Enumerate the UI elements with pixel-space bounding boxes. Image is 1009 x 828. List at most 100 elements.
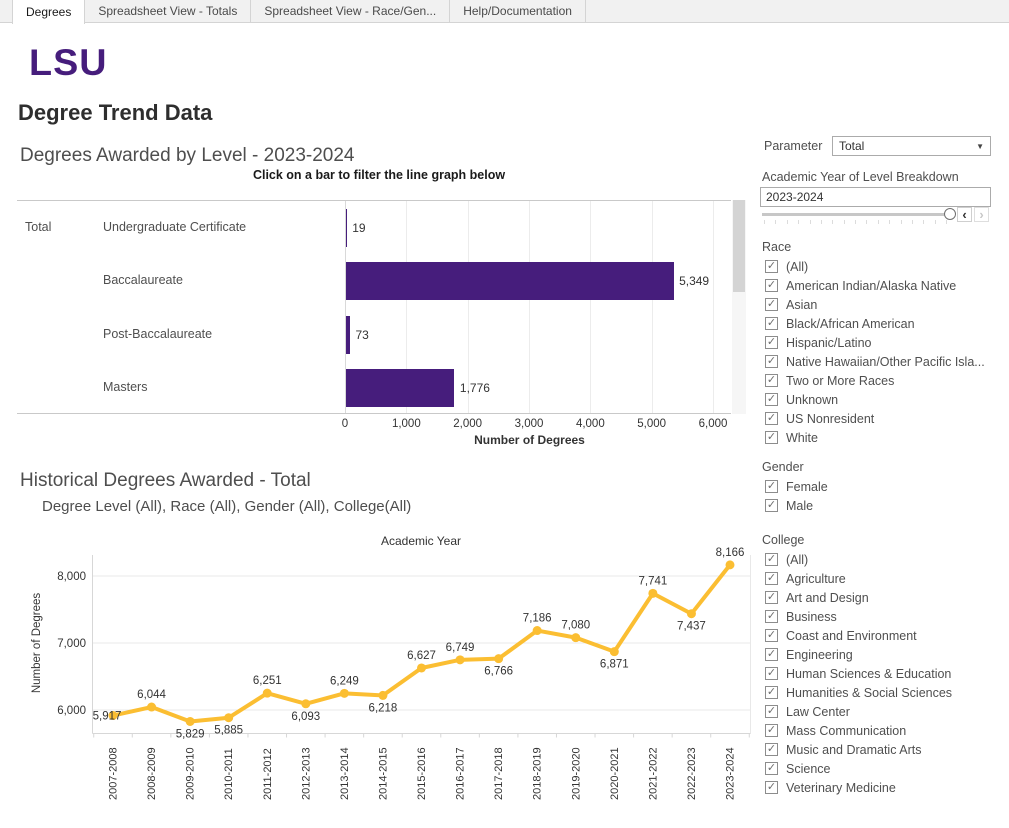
checkbox-checked-icon[interactable]: ✓ xyxy=(765,374,778,387)
filter-item-black-african-american[interactable]: ✓Black/African American xyxy=(762,314,985,333)
checkbox-checked-icon[interactable]: ✓ xyxy=(765,480,778,493)
parameter-dropdown[interactable]: Total ▼ xyxy=(832,136,991,156)
checkbox-checked-icon[interactable]: ✓ xyxy=(765,572,778,585)
checkbox-checked-icon[interactable]: ✓ xyxy=(765,260,778,273)
filter-item-agriculture[interactable]: ✓Agriculture xyxy=(762,569,952,588)
filter-item-all[interactable]: ✓(All) xyxy=(762,257,985,276)
data-point[interactable] xyxy=(456,655,465,664)
data-point[interactable] xyxy=(533,626,542,635)
parameter-label: Parameter xyxy=(764,139,822,153)
checkbox-checked-icon[interactable]: ✓ xyxy=(765,667,778,680)
data-point[interactable] xyxy=(378,691,387,700)
checkbox-checked-icon[interactable]: ✓ xyxy=(765,610,778,623)
slider-tick-mark xyxy=(935,220,936,224)
checkbox-checked-icon[interactable]: ✓ xyxy=(765,724,778,737)
scrollbar[interactable] xyxy=(732,200,746,414)
line-chart: Academic YearNumber of Degrees6,0007,000… xyxy=(0,528,760,828)
data-point[interactable] xyxy=(301,699,310,708)
y-tick-label: 6,000 xyxy=(57,705,86,717)
data-point[interactable] xyxy=(340,689,349,698)
bar-masters[interactable] xyxy=(346,369,455,407)
data-point[interactable] xyxy=(417,663,426,672)
checkbox-checked-icon[interactable]: ✓ xyxy=(765,279,778,292)
checkbox-checked-icon[interactable]: ✓ xyxy=(765,686,778,699)
filter-item-female[interactable]: ✓Female xyxy=(762,477,828,496)
filter-item-asian[interactable]: ✓Asian xyxy=(762,295,985,314)
filter-item-unknown[interactable]: ✓Unknown xyxy=(762,390,985,409)
filter-item-science[interactable]: ✓Science xyxy=(762,759,952,778)
bar-post-baccalaureate[interactable] xyxy=(346,316,350,354)
scrollbar-thumb[interactable] xyxy=(733,200,745,292)
x-tick-label: 2011-2012 xyxy=(262,748,274,800)
tab-degrees[interactable]: Degrees xyxy=(12,0,85,24)
checkbox-checked-icon[interactable]: ✓ xyxy=(765,499,778,512)
checkbox-checked-icon[interactable]: ✓ xyxy=(765,553,778,566)
filter-item-american-indian-alaska-native[interactable]: ✓American Indian/Alaska Native xyxy=(762,276,985,295)
tab-spreadsheet-view-race-gen[interactable]: Spreadsheet View - Race/Gen... xyxy=(251,0,450,22)
filter-item-coast-and-environment[interactable]: ✓Coast and Environment xyxy=(762,626,952,645)
checkbox-checked-icon[interactable]: ✓ xyxy=(765,762,778,775)
data-point-label: 6,093 xyxy=(291,711,320,723)
checkbox-checked-icon[interactable]: ✓ xyxy=(765,781,778,794)
year-slider-handle[interactable] xyxy=(944,208,956,220)
filter-item-white[interactable]: ✓ White xyxy=(762,428,985,447)
data-point[interactable] xyxy=(726,560,735,569)
bar-category-label: Undergraduate Certificate xyxy=(103,220,246,234)
checkbox-checked-icon[interactable]: ✓ xyxy=(765,336,778,349)
filter-item-label: Music and Dramatic Arts xyxy=(786,743,921,757)
data-point-label: 7,741 xyxy=(638,575,667,587)
checkbox-checked-icon[interactable]: ✓ xyxy=(765,431,778,444)
data-point[interactable] xyxy=(224,713,233,722)
year-filter-input[interactable] xyxy=(760,187,991,207)
bar-chart-row-header: Total xyxy=(25,220,51,234)
checkbox-checked-icon[interactable]: ✓ xyxy=(765,705,778,718)
data-point[interactable] xyxy=(648,589,657,598)
filter-item-music-and-dramatic-arts[interactable]: ✓ Music and Dramatic Arts xyxy=(762,740,952,759)
filter-item-male[interactable]: ✓Male xyxy=(762,496,828,515)
filter-item-humanities-social-sciences[interactable]: ✓Humanities & Social Sciences xyxy=(762,683,952,702)
data-point[interactable] xyxy=(186,717,195,726)
bar-baccalaureate[interactable] xyxy=(346,262,674,300)
filter-item-label: White xyxy=(786,431,818,445)
checkbox-checked-icon[interactable]: ✓ xyxy=(765,298,778,311)
line-chart-subtitle: Degree Level (All), Race (All), Gender (… xyxy=(42,498,411,515)
filter-group-race: Race✓(All)✓American Indian/Alaska Native… xyxy=(762,240,985,447)
tab-spreadsheet-view-totals[interactable]: Spreadsheet View - Totals xyxy=(85,0,251,22)
checkbox-checked-icon[interactable]: ✓ xyxy=(765,317,778,330)
tab-help-documentation[interactable]: Help/Documentation xyxy=(450,0,586,22)
filter-item-art-and-design[interactable]: ✓Art and Design xyxy=(762,588,952,607)
checkbox-checked-icon[interactable]: ✓ xyxy=(765,355,778,368)
slider-tick-mark xyxy=(923,220,924,224)
checkbox-checked-icon[interactable]: ✓ xyxy=(765,648,778,661)
data-point[interactable] xyxy=(610,647,619,656)
filter-item-hispanic-latino[interactable]: ✓Hispanic/Latino xyxy=(762,333,985,352)
tab-bar: DegreesSpreadsheet View - TotalsSpreadsh… xyxy=(0,0,1009,23)
data-point[interactable] xyxy=(494,654,503,663)
bar-undergraduate-certificate[interactable] xyxy=(346,209,347,247)
data-point[interactable] xyxy=(687,609,696,618)
checkbox-checked-icon[interactable]: ✓ xyxy=(765,591,778,604)
filter-item-native-hawaiian-other-pacific-isla[interactable]: ✓Native Hawaiian/Other Pacific Isla... xyxy=(762,352,985,371)
filter-item-human-sciences-education[interactable]: ✓Human Sciences & Education xyxy=(762,664,952,683)
filter-item-label: Law Center xyxy=(786,705,850,719)
slider-prev-button[interactable]: ‹ xyxy=(957,207,972,222)
data-point[interactable] xyxy=(147,703,156,712)
axis-tick-label: 4,000 xyxy=(560,418,620,430)
filter-item-veterinary-medicine[interactable]: ✓Veterinary Medicine xyxy=(762,778,952,797)
checkbox-checked-icon[interactable]: ✓ xyxy=(765,393,778,406)
checkbox-checked-icon[interactable]: ✓ xyxy=(765,412,778,425)
filter-item-mass-communication[interactable]: ✓Mass Communication xyxy=(762,721,952,740)
slider-next-button[interactable]: › xyxy=(974,207,989,222)
filter-item-all[interactable]: ✓(All) xyxy=(762,550,952,569)
slider-tick-mark xyxy=(821,220,822,224)
filter-item-law-center[interactable]: ✓ Law Center xyxy=(762,702,952,721)
filter-item-us-nonresident[interactable]: ✓US Nonresident xyxy=(762,409,985,428)
checkbox-checked-icon[interactable]: ✓ xyxy=(765,743,778,756)
data-point[interactable] xyxy=(571,633,580,642)
data-point-label: 5,829 xyxy=(176,728,205,740)
filter-item-business[interactable]: ✓Business xyxy=(762,607,952,626)
data-point[interactable] xyxy=(263,689,272,698)
filter-item-two-or-more-races[interactable]: ✓Two or More Races xyxy=(762,371,985,390)
checkbox-checked-icon[interactable]: ✓ xyxy=(765,629,778,642)
filter-item-engineering[interactable]: ✓Engineering xyxy=(762,645,952,664)
